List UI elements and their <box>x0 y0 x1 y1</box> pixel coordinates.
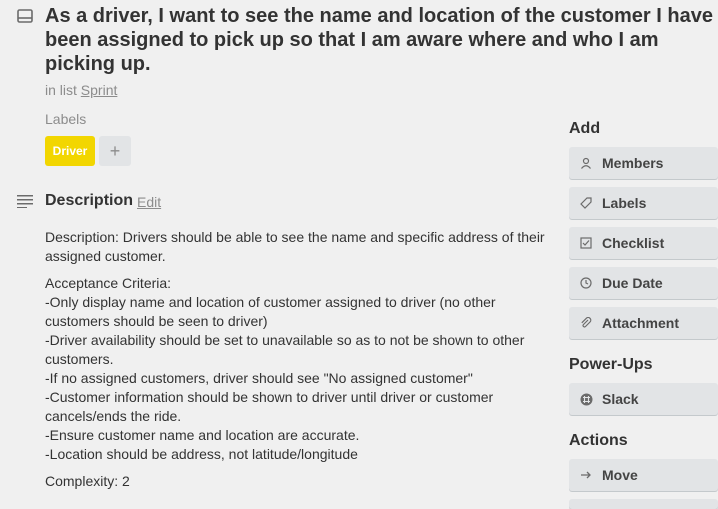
card-title[interactable]: As a driver, I want to see the name and … <box>45 4 717 76</box>
criteria-line: -Location should be address, not latitud… <box>45 446 358 462</box>
description-body[interactable]: Description: Drivers should be able to s… <box>45 228 555 499</box>
criteria-line: -If no assigned customers, driver should… <box>45 370 473 386</box>
actions-heading: Actions <box>569 432 628 449</box>
clock-icon <box>579 276 593 290</box>
description-paragraph: Description: Drivers should be able to s… <box>45 229 545 264</box>
add-label-button[interactable]: + <box>99 136 131 166</box>
due-date-button[interactable]: Due Date <box>569 267 718 299</box>
card-icon <box>17 9 33 23</box>
due-date-label: Due Date <box>602 275 663 291</box>
checkbox-icon <box>579 236 593 250</box>
in-list-info: in list Sprint <box>45 82 117 98</box>
description-heading: Description <box>45 192 134 209</box>
description-icon <box>17 195 33 208</box>
next-action-button[interactable] <box>569 499 718 509</box>
attachment-button[interactable]: Attachment <box>569 307 718 339</box>
add-heading: Add <box>569 120 601 137</box>
attachment-label: Attachment <box>602 315 680 331</box>
slack-icon <box>579 392 593 406</box>
criteria-line: -Only display name and location of custo… <box>45 294 496 329</box>
arrow-right-icon <box>579 468 593 482</box>
paperclip-icon <box>579 316 593 330</box>
labels-heading: Labels <box>45 111 87 127</box>
checklist-button[interactable]: Checklist <box>569 227 718 259</box>
tag-icon <box>579 196 593 210</box>
members-label: Members <box>602 155 664 171</box>
powerups-heading: Power-Ups <box>569 356 653 373</box>
labels-button-label: Labels <box>602 195 647 211</box>
acceptance-criteria: Acceptance Criteria: -Only display name … <box>45 274 555 464</box>
list-link[interactable]: Sprint <box>81 82 118 98</box>
label-driver[interactable]: Driver <box>45 136 95 166</box>
criteria-line: -Driver availability should be set to un… <box>45 332 525 367</box>
criteria-line: -Ensure customer name and location are a… <box>45 427 360 443</box>
criteria-line: -Customer information should be shown to… <box>45 389 494 424</box>
move-label: Move <box>602 467 638 483</box>
slack-label: Slack <box>602 391 639 407</box>
description-edit-link[interactable]: Edit <box>137 194 161 210</box>
slack-button[interactable]: Slack <box>569 383 718 415</box>
complexity: Complexity: 2 <box>45 473 130 489</box>
in-list-prefix: in list <box>45 82 77 98</box>
person-icon <box>579 156 593 170</box>
checklist-label: Checklist <box>602 235 665 251</box>
criteria-line: Acceptance Criteria: <box>45 275 172 291</box>
members-button[interactable]: Members <box>569 147 718 179</box>
move-button[interactable]: Move <box>569 459 718 491</box>
labels-button[interactable]: Labels <box>569 187 718 219</box>
